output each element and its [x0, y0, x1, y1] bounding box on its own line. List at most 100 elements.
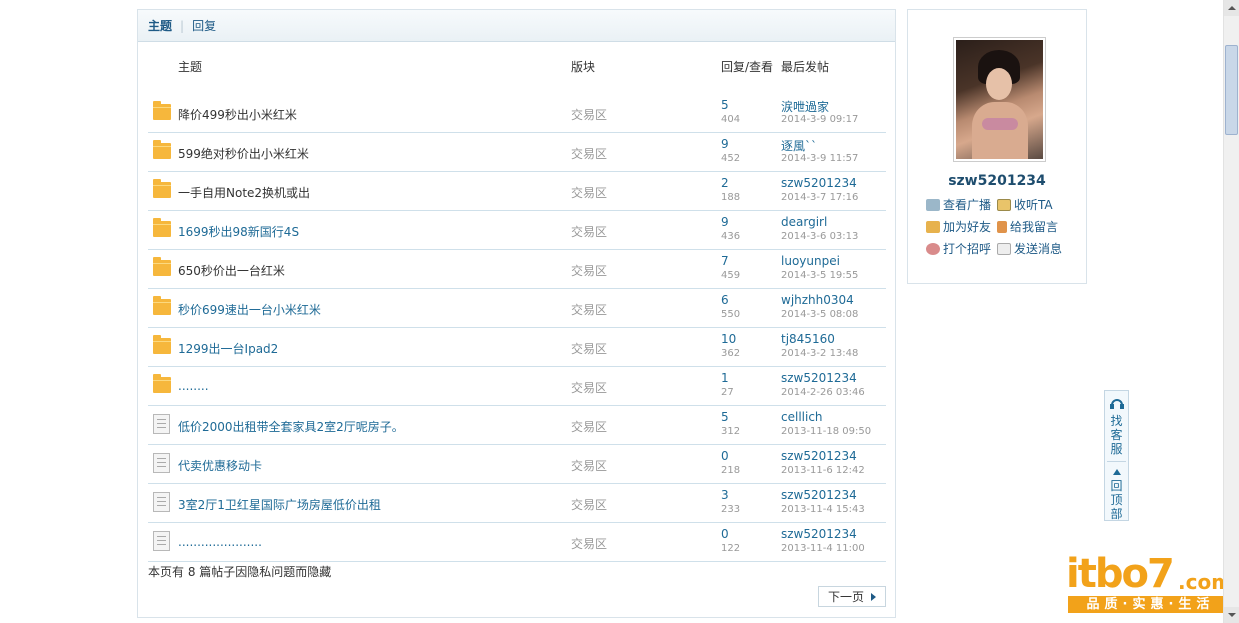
- table-row: 599绝对秒价出小米红米 交易区 9 452 逐風`` 2014-3-9 11:…: [148, 133, 886, 172]
- view-count: 362: [721, 348, 741, 359]
- last-post-time: 2013-11-4 11:00: [781, 543, 865, 554]
- thread-title-link[interactable]: ........: [178, 379, 209, 393]
- thread-title-link[interactable]: 秒价699速出一台小米红米: [178, 301, 321, 318]
- thread-title-link[interactable]: 1299出一台Ipad2: [178, 340, 278, 357]
- document-icon: [153, 531, 170, 551]
- scroll-up-button[interactable]: [1224, 0, 1239, 16]
- reply-count: 5: [721, 98, 729, 112]
- pencil-icon: [997, 220, 1007, 233]
- last-poster-link[interactable]: deargirl: [781, 215, 827, 229]
- last-poster-link[interactable]: wjhzhh0304: [781, 293, 854, 307]
- table-row: ...................... 交易区 0 122 szw5201…: [148, 523, 886, 562]
- listen-icon: [997, 198, 1011, 211]
- last-poster-link[interactable]: szw5201234: [781, 176, 857, 190]
- last-poster-link[interactable]: luoyunpei: [781, 254, 840, 268]
- header-topic: 主题: [178, 60, 203, 74]
- last-poster-link[interactable]: szw5201234: [781, 449, 857, 463]
- reply-count: 2: [721, 176, 729, 190]
- forum-name: 交易区: [571, 186, 608, 200]
- forum-name: 交易区: [571, 342, 608, 356]
- header-forum: 版块: [571, 60, 596, 74]
- next-page-button[interactable]: 下一页: [818, 586, 886, 607]
- thread-title-link[interactable]: 650秒价出一台红米: [178, 262, 285, 279]
- send-message-label: 发送消息: [1014, 242, 1063, 256]
- scroll-down-button[interactable]: [1224, 607, 1239, 623]
- tab-replies[interactable]: 回复: [192, 17, 216, 34]
- arrow-up-icon: [1112, 469, 1121, 475]
- forum-name: 交易区: [571, 537, 608, 551]
- back-to-top-button[interactable]: 回顶部: [1105, 465, 1128, 521]
- header-reply-view: 回复/查看: [721, 60, 774, 74]
- thread-title-link[interactable]: 一手自用Note2换机或出: [178, 184, 310, 201]
- last-post-time: 2014-3-6 03:13: [781, 231, 859, 242]
- tab-topics[interactable]: 主题: [148, 17, 172, 34]
- reply-count: 0: [721, 449, 729, 463]
- table-row: ........ 交易区 1 27 szw5201234 2014-2-26 0…: [148, 367, 886, 406]
- thread-title-link[interactable]: 低价2000出租带全套家具2室2厅呢房子。: [178, 418, 404, 435]
- document-icon: [153, 453, 170, 473]
- table-row: 低价2000出租带全套家具2室2厅呢房子。 交易区 5 312 celllich…: [148, 406, 886, 445]
- tab-bar: 主题 | 回复: [138, 10, 895, 42]
- reply-count: 7: [721, 254, 729, 268]
- last-post-time: 2014-3-2 13:48: [781, 348, 859, 359]
- forum-name: 交易区: [571, 303, 608, 317]
- view-count: 404: [721, 114, 741, 125]
- add-friend-icon: [926, 220, 940, 233]
- forum-name: 交易区: [571, 147, 608, 161]
- listen-link[interactable]: 收听TA: [997, 196, 1053, 213]
- customer-service-button[interactable]: 找客服: [1105, 397, 1128, 456]
- last-post-time: 2014-3-5 19:55: [781, 270, 859, 281]
- profile-username[interactable]: szw5201234: [908, 173, 1086, 189]
- document-icon: [153, 414, 170, 434]
- thread-title-link[interactable]: 599绝对秒价出小米红米: [178, 145, 309, 162]
- add-friend-link[interactable]: 加为好友: [926, 218, 991, 235]
- view-count: 188: [721, 192, 741, 203]
- view-broadcast-link[interactable]: 查看广播: [926, 196, 991, 213]
- table-row: 650秒价出一台红米 交易区 7 459 luoyunpei 2014-3-5 …: [148, 250, 886, 289]
- thread-title-link[interactable]: 1699秒出98新国行4S: [178, 223, 299, 240]
- table-row: 一手自用Note2换机或出 交易区 2 188 szw5201234 2014-…: [148, 172, 886, 211]
- thread-title-link[interactable]: ......................: [178, 535, 262, 549]
- greet-link[interactable]: 打个招呼: [926, 240, 991, 257]
- last-poster-link[interactable]: 涙呭過家: [781, 98, 829, 115]
- folder-icon: [153, 374, 171, 393]
- leave-message-label: 给我留言: [1010, 220, 1059, 234]
- folder-icon: [153, 257, 171, 276]
- table-row: 秒价699速出一台小米红米 交易区 6 550 wjhzhh0304 2014-…: [148, 289, 886, 328]
- last-poster-link[interactable]: tj845160: [781, 332, 835, 346]
- customer-service-label: 找客服: [1110, 414, 1123, 456]
- scroll-thumb[interactable]: [1225, 45, 1238, 135]
- thread-title-link[interactable]: 代卖优惠移动卡: [178, 457, 262, 474]
- document-icon: [153, 492, 170, 512]
- send-message-link[interactable]: 发送消息: [997, 240, 1062, 257]
- thread-list-panel: 主题 | 回复 主题 版块 回复/查看 最后发帖 降价499秒出小米红米 交易区…: [137, 9, 896, 618]
- view-count: 459: [721, 270, 741, 281]
- vertical-scrollbar[interactable]: [1223, 0, 1239, 623]
- forum-name: 交易区: [571, 108, 608, 122]
- last-poster-link[interactable]: celllich: [781, 410, 823, 424]
- view-count: 218: [721, 465, 741, 476]
- greet-label: 打个招呼: [943, 242, 992, 256]
- last-post-time: 2014-3-9 09:17: [781, 114, 859, 125]
- last-post-time: 2013-11-4 15:43: [781, 504, 865, 515]
- reply-count: 9: [721, 137, 729, 151]
- reply-count: 10: [721, 332, 737, 346]
- last-post-time: 2013-11-6 12:42: [781, 465, 865, 476]
- arrow-right-icon: [871, 592, 876, 601]
- last-poster-link[interactable]: szw5201234: [781, 527, 857, 541]
- table-row: 降价499秒出小米红米 交易区 5 404 涙呭過家 2014-3-9 09:1…: [148, 94, 886, 133]
- last-poster-link[interactable]: szw5201234: [781, 488, 857, 502]
- avatar[interactable]: [953, 37, 1046, 162]
- thread-title-link[interactable]: 降价499秒出小米红米: [178, 106, 297, 123]
- leave-message-link[interactable]: 给我留言: [997, 218, 1058, 235]
- last-poster-link[interactable]: szw5201234: [781, 371, 857, 385]
- view-count: 122: [721, 543, 741, 554]
- user-profile-card: szw5201234 查看广播 收听TA 加为好友 给我留言 打个招呼 发送消息: [907, 9, 1087, 284]
- thread-title-link[interactable]: 3室2厅1卫红星国际广场房屋低价出租: [178, 496, 381, 513]
- last-poster-link[interactable]: 逐風``: [781, 137, 817, 154]
- table-row: 代卖优惠移动卡 交易区 0 218 szw5201234 2013-11-6 1…: [148, 445, 886, 484]
- hidden-posts-notice: 本页有 8 篇帖子因隐私问题而隐藏: [148, 565, 332, 579]
- add-friend-label: 加为好友: [943, 220, 992, 234]
- view-count: 27: [721, 387, 734, 398]
- reply-count: 6: [721, 293, 729, 307]
